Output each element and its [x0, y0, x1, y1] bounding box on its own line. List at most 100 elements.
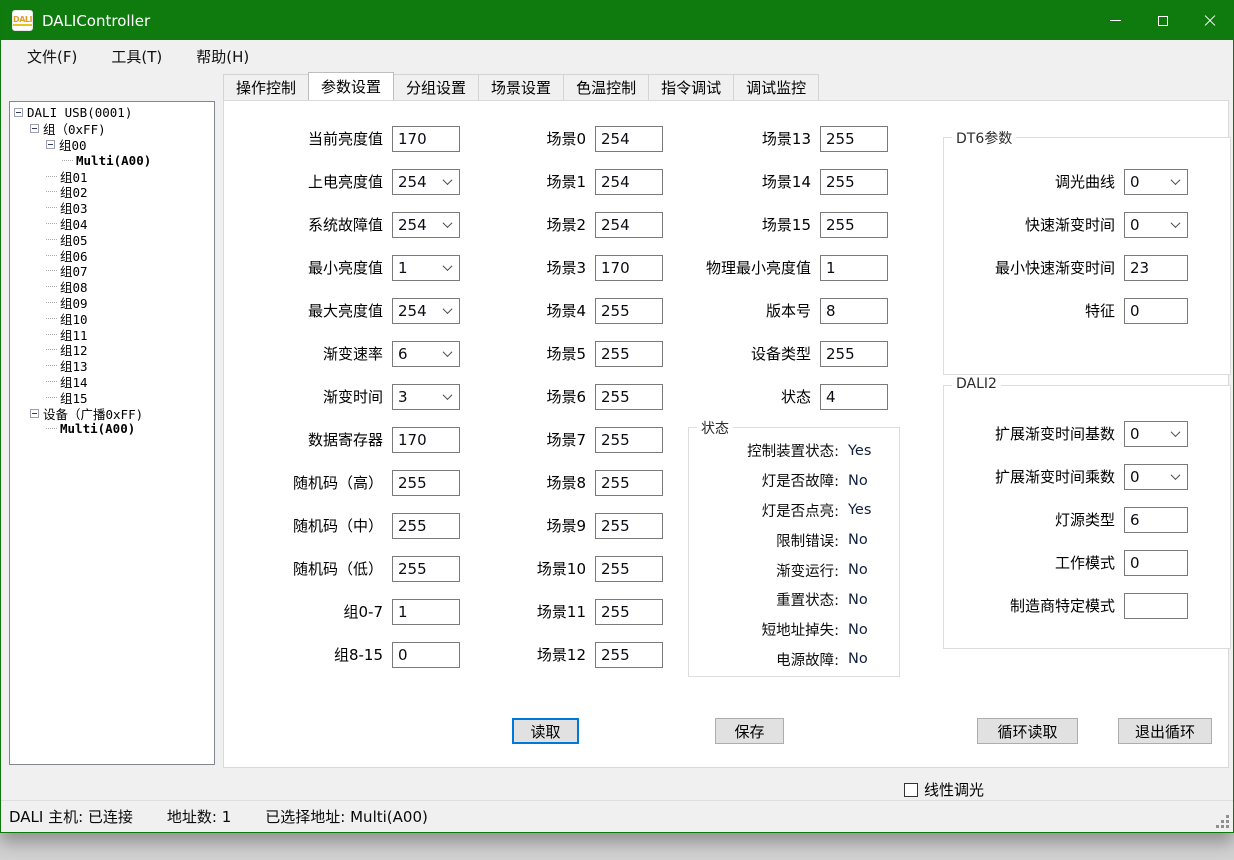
col1-input-12[interactable]	[392, 642, 460, 668]
status-row-2: 灯是否点亮:Yes	[689, 496, 899, 526]
col3-input-4[interactable]	[820, 298, 888, 324]
status-row-label: 限制错误:	[689, 530, 839, 551]
tree-expander-icon[interactable]	[14, 108, 23, 117]
tree-item[interactable]: 组04	[10, 216, 214, 232]
tree-item[interactable]: 组05	[10, 231, 214, 247]
tree-item[interactable]: 组02	[10, 184, 214, 200]
col1-input-11[interactable]	[392, 599, 460, 625]
col1-dropdown-1[interactable]: 254	[392, 169, 460, 195]
status-row-value: No	[848, 592, 868, 608]
menu-tools[interactable]: 工具(T)	[97, 42, 176, 71]
close-button[interactable]	[1186, 1, 1233, 40]
dali2-input-4[interactable]	[1124, 593, 1188, 619]
tree-item[interactable]: 组11	[10, 326, 214, 342]
tree-item[interactable]: 组06	[10, 247, 214, 263]
col2-input-8[interactable]	[595, 470, 663, 496]
maximize-button[interactable]	[1139, 1, 1186, 40]
dt6-dropdown-1[interactable]: 0	[1124, 212, 1188, 238]
resize-grip-icon[interactable]	[1226, 825, 1229, 828]
tree-item[interactable]: Multi(A00)	[10, 421, 214, 437]
tree-expander-icon[interactable]	[46, 140, 55, 149]
tree-item[interactable]: 组08	[10, 279, 214, 295]
field-label: 特征	[944, 300, 1124, 321]
col3-input-6[interactable]	[820, 384, 888, 410]
col1-input-7[interactable]	[392, 427, 460, 453]
col2-input-7[interactable]	[595, 427, 663, 453]
field-label: 场景10	[505, 558, 595, 579]
chevron-down-icon	[443, 175, 453, 185]
menu-file[interactable]: 文件(F)	[13, 42, 91, 71]
col1-input-8[interactable]	[392, 470, 460, 496]
save-button[interactable]: 保存	[715, 718, 784, 744]
tab-5[interactable]: 指令调试	[648, 74, 734, 100]
tab-6[interactable]: 调试监控	[733, 74, 819, 100]
col1-dropdown-3[interactable]: 1	[392, 255, 460, 281]
col3-input-2[interactable]	[820, 212, 888, 238]
status-row-value: Yes	[848, 502, 871, 518]
col1-dropdown-4[interactable]: 254	[392, 298, 460, 324]
col2-input-11[interactable]	[595, 599, 663, 625]
exit-loop-button[interactable]: 退出循环	[1118, 718, 1212, 744]
dali2-input-3[interactable]	[1124, 550, 1188, 576]
field-label: 快速渐变时间	[944, 214, 1124, 235]
dropdown-value: 0	[1130, 173, 1140, 191]
tree-expander-icon[interactable]	[30, 124, 39, 133]
tree-item[interactable]: 组12	[10, 342, 214, 358]
col2-input-10[interactable]	[595, 556, 663, 582]
field-label: 物理最小亮度值	[630, 257, 820, 278]
tree-item[interactable]: 组14	[10, 374, 214, 390]
col2-input-9[interactable]	[595, 513, 663, 539]
tree-item[interactable]: DALI USB(0001)	[10, 105, 214, 121]
status-row-label: 重置状态:	[689, 589, 839, 610]
status-row-5: 重置状态: No	[689, 585, 899, 615]
col1-dropdown-2[interactable]: 254	[392, 212, 460, 238]
col1-dropdown-5[interactable]: 6	[392, 341, 460, 367]
col2-input-12[interactable]	[595, 642, 663, 668]
device-tree[interactable]: DALI USB(0001)组（0xFF)组00Multi(A00)组01组02…	[9, 101, 215, 765]
field-label: 灯源类型	[944, 509, 1124, 530]
col1-input-9[interactable]	[392, 513, 460, 539]
field-label: 场景9	[505, 515, 595, 536]
loop-read-button[interactable]: 循环读取	[977, 718, 1078, 744]
dt6-dropdown-0[interactable]: 0	[1124, 169, 1188, 195]
dali2-dropdown-0[interactable]: 0	[1124, 421, 1188, 447]
dali2-input-2[interactable]	[1124, 507, 1188, 533]
col1-input-10[interactable]	[392, 556, 460, 582]
tab-3[interactable]: 场景设置	[478, 74, 564, 100]
dt6-input-2[interactable]	[1124, 255, 1188, 281]
col3-input-1[interactable]	[820, 169, 888, 195]
col1-dropdown-6[interactable]: 3	[392, 384, 460, 410]
tab-0[interactable]: 操作控制	[223, 74, 309, 100]
col3-input-5[interactable]	[820, 341, 888, 367]
tab-1[interactable]: 参数设置	[308, 72, 394, 100]
tree-item[interactable]: 组09	[10, 295, 214, 311]
dali2-dropdown-1[interactable]: 0	[1124, 464, 1188, 490]
minimize-button[interactable]	[1092, 1, 1139, 40]
tree-connector-line	[46, 397, 57, 398]
col1-row-7: 数据寄存器	[252, 418, 460, 461]
col1-input-0[interactable]	[392, 126, 460, 152]
menu-help[interactable]: 帮助(H)	[182, 42, 263, 71]
window-title: DALIController	[42, 12, 150, 30]
tree-item[interactable]: 组10	[10, 310, 214, 326]
col2-row-10: 场景10	[505, 547, 663, 590]
col3-input-3[interactable]	[820, 255, 888, 281]
chevron-down-icon	[443, 218, 453, 228]
tree-item[interactable]: 组01	[10, 168, 214, 184]
tree-item[interactable]: 组（0xFF)	[10, 121, 214, 137]
tab-4[interactable]: 色温控制	[563, 74, 649, 100]
tree-item[interactable]: 组13	[10, 358, 214, 374]
tab-2[interactable]: 分组设置	[393, 74, 479, 100]
read-button[interactable]: 读取	[512, 718, 579, 744]
tree-expander-icon[interactable]	[30, 409, 39, 418]
field-label: 随机码（低）	[252, 558, 392, 579]
col3-input-0[interactable]	[820, 126, 888, 152]
tree-item[interactable]: 组07	[10, 263, 214, 279]
tree-item[interactable]: 设备（广播0xFF)	[10, 405, 214, 421]
dt6-input-3[interactable]	[1124, 298, 1188, 324]
linear-dimming-checkbox[interactable]	[904, 783, 918, 797]
tree-item[interactable]: 组03	[10, 200, 214, 216]
maximize-icon	[1158, 16, 1168, 26]
tree-item[interactable]: Multi(A00)	[10, 152, 214, 168]
tree-item[interactable]: 组00	[10, 137, 214, 153]
